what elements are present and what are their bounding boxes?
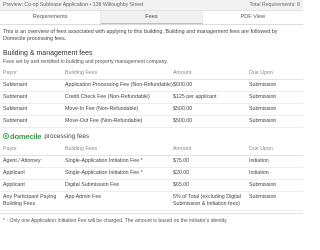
amount-cell: $20.00 xyxy=(173,170,190,177)
domecile-fees-table-header: Payor Building Fees Amount Due Upon xyxy=(0,141,303,157)
payor-cell: Subtenant xyxy=(3,94,28,101)
table-row: Subtenant Credit Check Fee (Non-Refundab… xyxy=(0,92,303,105)
tab-bar: Requirements Fees PDF View xyxy=(0,11,303,25)
domecile-fees-title: processing fees xyxy=(44,132,90,140)
table-row: Applicant Single-Application Initiation … xyxy=(0,168,303,181)
domecile-logo-icon xyxy=(3,133,9,140)
table-row: Agent / Attorney Single-Application Init… xyxy=(0,156,303,169)
fee-cell: Move-In Fee (Non-Refundable) xyxy=(65,106,139,113)
building-fees-table: Payor Building Fees Amount Due Upon Subt… xyxy=(0,65,303,128)
domecile-fees-table: Payor Building Fees Amount Due Upon Agen… xyxy=(0,141,303,211)
tab-pdf-view[interactable]: PDF View xyxy=(203,11,303,24)
fee-cell: Digital Submission Fee xyxy=(65,182,120,189)
table-row: Subtenant Application Processing Fee (No… xyxy=(0,80,303,93)
amount-cell: $500.00 xyxy=(173,106,193,113)
due-cell: Submission xyxy=(249,106,277,113)
column-header-building-fees: Building Fees xyxy=(65,70,98,77)
payor-cell: Subtenant xyxy=(3,82,28,89)
payor-cell: Agent / Attorney xyxy=(3,158,41,165)
table-row: Subtenant Move-In Fee (Non-Refundable) $… xyxy=(0,104,303,117)
due-cell: Submission xyxy=(249,82,277,89)
due-cell: Initiation xyxy=(249,158,269,165)
domecile-fees-header: domecile processing fees xyxy=(0,132,303,141)
payor-cell: Applicant xyxy=(3,170,25,177)
column-header-payor: Payor xyxy=(3,70,17,77)
table-row: Applicant Digital Submission Fee $65.00 … xyxy=(0,180,303,193)
due-cell: Submission xyxy=(249,194,277,201)
payor-cell: Any Participant Paying Building Fees xyxy=(3,194,57,207)
building-fees-header: Building & management fees Fees set by a… xyxy=(0,50,303,66)
amount-cell: $125 per applicant xyxy=(173,94,217,101)
requirements-count: Total Requirements: 8 xyxy=(249,1,300,8)
due-cell: Submission xyxy=(249,182,277,189)
building-fees-title: Building & management fees xyxy=(3,49,93,57)
payor-cell: Subtenant xyxy=(3,118,28,125)
column-header-due-upon: Due Upon xyxy=(249,70,273,77)
amount-cell: $65.00 xyxy=(173,182,190,189)
fees-intro: This is an overview of fees associated w… xyxy=(3,29,278,43)
preview-title: Preview: Co-op Sublease Application • 13… xyxy=(3,1,144,8)
fees-footnote: * - Only one Application Initiation Fee … xyxy=(0,212,303,228)
fee-cell: Credit Check Fee (Non-Refundable) xyxy=(65,94,150,101)
payor-cell: Subtenant xyxy=(3,106,28,113)
fee-cell: Single-Application Initiation Fee * xyxy=(65,158,143,165)
payor-cell: Applicant xyxy=(3,182,25,189)
amount-cell: 5% of Total (excluding Digital Submissio… xyxy=(173,194,241,207)
column-header-amount: Amount xyxy=(173,146,192,153)
due-cell: Submission xyxy=(249,94,277,101)
column-header-due-upon: Due Upon xyxy=(249,146,273,153)
column-header-building-fees: Building Fees xyxy=(65,146,98,153)
tab-requirements[interactable]: Requirements xyxy=(0,11,102,24)
fee-cell: App Admin Fee xyxy=(65,194,102,201)
domecile-logo-text: domecile xyxy=(10,131,42,141)
preview-header: Preview: Co-op Sublease Application • 13… xyxy=(0,0,303,11)
table-row: Any Participant Paying Building Fees App… xyxy=(0,192,303,211)
domecile-logo: domecile xyxy=(3,131,42,141)
column-header-amount: Amount xyxy=(173,70,192,77)
fee-cell: Move-Out Fee (Non-Refundable) xyxy=(65,118,143,125)
amount-cell: $600.00 xyxy=(173,82,193,89)
table-row: Subtenant Move-Out Fee (Non-Refundable) … xyxy=(0,116,303,128)
fee-cell: Single-Application Initiation Fee * xyxy=(65,170,143,177)
due-cell: Initiation xyxy=(249,170,269,177)
building-fees-table-header: Payor Building Fees Amount Due Upon xyxy=(0,65,303,81)
amount-cell: $75.00 xyxy=(173,158,190,165)
tab-fees[interactable]: Fees xyxy=(101,11,203,24)
column-header-payor: Payor xyxy=(3,146,17,153)
amount-cell: $500.00 xyxy=(173,118,193,125)
due-cell: Submission xyxy=(249,118,277,125)
fee-cell: Application Processing Fee (Non-Refundab… xyxy=(65,82,173,89)
